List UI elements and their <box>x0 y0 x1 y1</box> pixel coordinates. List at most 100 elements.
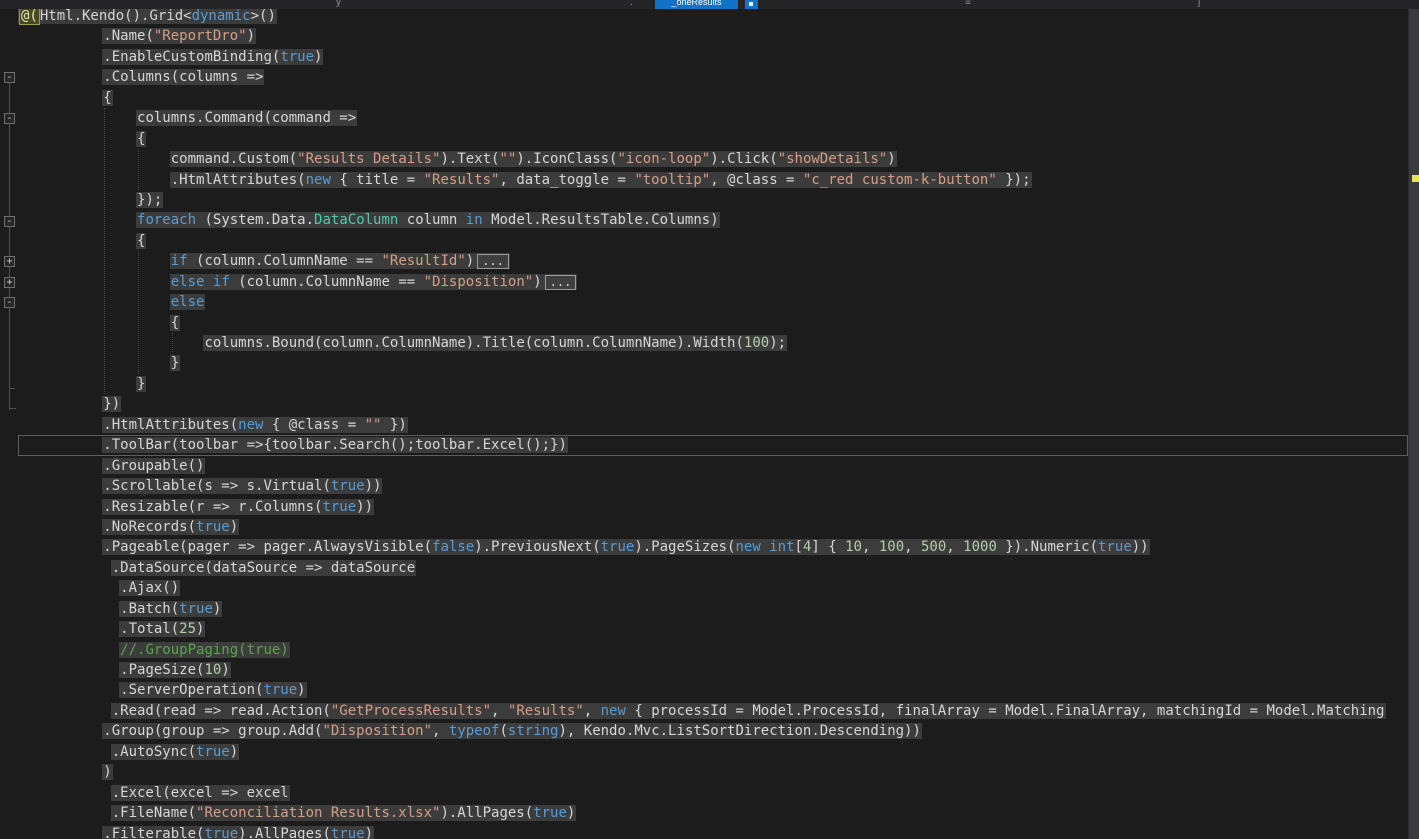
code-line[interactable]: @(Html.Kendo().Grid<dynamic>() <box>18 6 1408 26</box>
code-line[interactable]: .HtmlAttributes(new { @class = "" }) <box>18 415 1408 435</box>
code-line[interactable]: .Ajax() <box>18 578 1408 598</box>
code-token-p: .Resizable(r => r.Columns( <box>103 498 323 515</box>
active-tab-label: _oneResults <box>671 0 722 7</box>
code-token-p: ).Click( <box>710 151 778 168</box>
code-line[interactable]: command.Custom("Results Details").Text("… <box>18 149 1408 169</box>
fold-collapse-icon[interactable]: - <box>4 297 15 309</box>
code-line[interactable]: if (column.ColumnName == "ResultId")... <box>18 251 1408 271</box>
code-line[interactable]: .FileName("Reconciliation Results.xlsx")… <box>18 803 1408 823</box>
code-token-p: ).PageSizes( <box>634 539 736 556</box>
code-line[interactable]: .Name("ReportDro") <box>18 26 1408 46</box>
code-line[interactable]: { <box>18 231 1408 251</box>
code-text: { <box>136 232 147 249</box>
code-line[interactable]: .Groupable() <box>18 456 1408 476</box>
code-token-s: "tooltip" <box>634 171 711 188</box>
code-token-k: true <box>1098 539 1132 556</box>
code-token-s: "Results" <box>507 702 584 719</box>
code-line[interactable]: else if (column.ColumnName == "Dispositi… <box>18 272 1408 292</box>
code-line[interactable]: .HtmlAttributes(new { title = "Results",… <box>18 170 1408 190</box>
code-line[interactable]: else <box>18 292 1408 312</box>
code-token-k: false <box>432 539 475 556</box>
code-token-p: .Excel(excel => excel <box>111 784 289 801</box>
fold-structure-line <box>9 83 10 410</box>
code-area[interactable]: @(Html.Kendo().Grid<dynamic>() .Name("Rep… <box>18 0 1408 839</box>
code-token-k: true <box>263 682 298 699</box>
code-text: .HtmlAttributes(new { title = "Results",… <box>169 171 1032 188</box>
code-token-k: true <box>196 743 230 760</box>
code-text: } <box>169 355 181 372</box>
pinned-tab-indicator[interactable] <box>745 0 758 9</box>
code-line[interactable]: columns.Bound(column.ColumnName).Title(c… <box>18 333 1408 353</box>
code-line[interactable]: ) <box>18 762 1408 782</box>
code-line[interactable]: .AutoSync(true) <box>18 742 1408 762</box>
code-text: .Resizable(r => r.Columns(true)) <box>102 498 375 515</box>
code-token-p: } <box>137 375 146 392</box>
code-line-current[interactable]: .ToolBar(toolbar =>{toolbar.Search();too… <box>18 435 1408 456</box>
code-line[interactable]: } <box>18 353 1408 373</box>
code-text: columns.Command(command => <box>136 110 358 127</box>
code-token-k: new <box>600 702 626 719</box>
fold-expand-icon[interactable]: + <box>4 276 15 288</box>
code-text: @(Html.Kendo().Grid<dynamic>() <box>18 7 277 25</box>
code-token-p: .Groupable() <box>103 457 205 474</box>
code-line[interactable]: .Columns(columns => <box>18 67 1408 87</box>
code-line[interactable]: .NoRecords(true) <box>18 517 1408 537</box>
code-token-p: ) <box>221 662 230 678</box>
code-token-k: true <box>204 825 239 839</box>
code-line[interactable]: .Excel(excel => excel <box>18 783 1408 803</box>
code-token-p: { <box>137 130 146 147</box>
code-token-s: "showDetails" <box>777 151 888 168</box>
fold-expand-icon[interactable]: + <box>4 256 15 268</box>
code-line[interactable]: { <box>18 129 1408 149</box>
code-line[interactable]: { <box>18 88 1408 108</box>
code-token-p <box>761 539 769 555</box>
code-line[interactable]: foreach (System.Data.DataColumn column i… <box>18 210 1408 230</box>
vertical-scrollbar[interactable] <box>1408 0 1419 839</box>
code-line[interactable]: }); <box>18 190 1408 210</box>
code-line[interactable]: .EnableCustomBinding(true) <box>18 47 1408 67</box>
code-line[interactable]: }) <box>18 394 1408 414</box>
code-text: else if (column.ColumnName == "Dispositi… <box>169 273 578 290</box>
fold-collapse-icon[interactable]: - <box>4 72 15 84</box>
code-line[interactable]: .Resizable(r => r.Columns(true)) <box>18 497 1408 517</box>
fold-collapse-icon[interactable]: - <box>4 113 15 125</box>
code-token-p: (column.ColumnName == <box>187 253 382 270</box>
code-line[interactable]: .Batch(true) <box>18 599 1408 619</box>
code-token-k: true <box>196 518 230 535</box>
code-token-k: string <box>507 723 559 740</box>
code-line[interactable]: .Read(read => read.Action("GetProcessRes… <box>18 701 1408 721</box>
code-token-s: "c_red custom-k-button" <box>802 171 997 188</box>
code-line[interactable]: .ServerOperation(true) <box>18 680 1408 700</box>
code-token-s: "" <box>499 151 517 168</box>
code-line[interactable]: .Total(25) <box>18 619 1408 639</box>
fold-structure-elbow <box>9 388 15 389</box>
code-line[interactable]: .Group(group => group.Add("Disposition",… <box>18 721 1408 741</box>
code-token-p: { <box>137 232 146 249</box>
code-line[interactable]: columns.Command(command => <box>18 108 1408 128</box>
code-line[interactable]: { <box>18 313 1408 333</box>
code-token-p: columns.Bound(column.ColumnName).Title(c… <box>204 335 744 351</box>
code-token-s: "Results Details" <box>297 151 441 168</box>
code-token-p: .Filterable( <box>103 825 205 839</box>
code-text: .Groupable() <box>102 457 206 474</box>
code-line[interactable]: } <box>18 374 1408 394</box>
code-token-p: .HtmlAttributes( <box>103 416 239 433</box>
code-token-p: ) <box>196 621 205 638</box>
code-line[interactable]: //.GroupPaging(true) <box>18 640 1408 660</box>
code-line[interactable]: .Pageable(pager => pager.AlwaysVisible(f… <box>18 537 1408 557</box>
collapsed-region-box[interactable]: ... <box>544 274 577 290</box>
code-text: .Total(25) <box>119 621 206 638</box>
fold-collapse-icon[interactable]: - <box>4 215 15 227</box>
code-token-k: true <box>330 825 365 839</box>
code-line[interactable]: .DataSource(dataSource => dataSource <box>18 558 1408 578</box>
code-line[interactable]: .Scrollable(s => s.Virtual(true)) <box>18 476 1408 496</box>
code-line[interactable]: .Filterable(true).AllPages(true) <box>18 824 1408 839</box>
code-token-p <box>204 274 212 290</box>
tab-text-fragment: ≡ <box>965 0 971 8</box>
code-line[interactable]: .PageSize(10) <box>18 660 1408 680</box>
active-tab[interactable]: _oneResults <box>655 0 738 9</box>
code-token-p: .Name( <box>103 28 154 45</box>
collapsed-region-box[interactable]: ... <box>477 254 509 270</box>
code-token-p: >() <box>250 8 276 24</box>
code-token-s: "icon-loop" <box>617 151 711 168</box>
